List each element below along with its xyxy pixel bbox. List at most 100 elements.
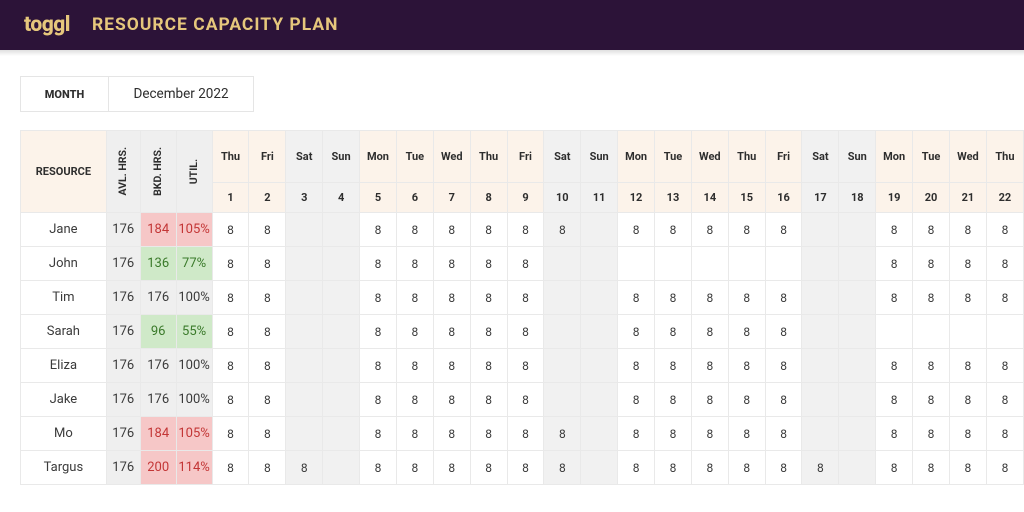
cell-day[interactable]: 8 [728,315,765,349]
cell-day[interactable] [876,315,913,349]
cell-day[interactable]: 8 [360,349,397,383]
cell-day[interactable]: 8 [913,247,950,281]
cell-day[interactable]: 8 [507,383,544,417]
cell-day[interactable]: 8 [249,451,286,485]
cell-resource[interactable]: Eliza [21,349,107,383]
cell-day[interactable] [323,451,360,485]
cell-day[interactable] [581,417,618,451]
cell-day[interactable] [323,383,360,417]
cell-day[interactable] [581,315,618,349]
cell-day[interactable]: 8 [396,349,433,383]
cell-resource[interactable]: Tim [21,281,107,315]
cell-day[interactable]: 8 [360,315,397,349]
cell-day[interactable]: 8 [212,383,249,417]
cell-day[interactable]: 8 [913,281,950,315]
cell-day[interactable]: 8 [913,349,950,383]
cell-day[interactable] [544,247,581,281]
cell-day[interactable]: 8 [765,417,802,451]
cell-day[interactable]: 8 [507,247,544,281]
cell-day[interactable]: 8 [433,213,470,247]
cell-day[interactable]: 8 [876,247,913,281]
cell-day[interactable]: 8 [360,417,397,451]
cell-day[interactable]: 8 [249,315,286,349]
cell-day[interactable]: 8 [949,213,986,247]
cell-day[interactable]: 8 [986,383,1023,417]
cell-day[interactable]: 8 [618,349,655,383]
cell-day[interactable]: 8 [876,349,913,383]
cell-day[interactable] [802,281,839,315]
cell-day[interactable]: 8 [765,349,802,383]
cell-day[interactable]: 8 [618,383,655,417]
cell-day[interactable]: 8 [949,383,986,417]
cell-resource[interactable]: Targus [21,451,107,485]
cell-day[interactable]: 8 [433,281,470,315]
cell-day[interactable]: 8 [691,349,728,383]
cell-day[interactable]: 8 [433,417,470,451]
cell-day[interactable]: 8 [544,213,581,247]
cell-day[interactable]: 8 [913,213,950,247]
cell-day[interactable]: 8 [249,281,286,315]
cell-day[interactable]: 8 [396,417,433,451]
cell-day[interactable]: 8 [212,451,249,485]
cell-day[interactable]: 8 [396,315,433,349]
cell-day[interactable]: 8 [691,281,728,315]
cell-day[interactable] [323,247,360,281]
cell-day[interactable]: 8 [249,383,286,417]
cell-day[interactable]: 8 [212,247,249,281]
cell-day[interactable]: 8 [913,383,950,417]
cell-day[interactable]: 8 [691,383,728,417]
cell-day[interactable] [323,417,360,451]
cell-day[interactable]: 8 [618,451,655,485]
cell-day[interactable]: 8 [396,383,433,417]
cell-day[interactable] [802,383,839,417]
cell-day[interactable]: 8 [249,213,286,247]
cell-day[interactable]: 8 [212,281,249,315]
cell-day[interactable]: 8 [691,451,728,485]
cell-day[interactable]: 8 [655,417,692,451]
cell-day[interactable]: 8 [618,315,655,349]
cell-day[interactable] [544,281,581,315]
cell-day[interactable]: 8 [618,281,655,315]
cell-day[interactable] [802,417,839,451]
cell-day[interactable]: 8 [876,417,913,451]
cell-resource[interactable]: Jane [21,213,107,247]
cell-day[interactable]: 8 [507,349,544,383]
cell-day[interactable]: 8 [433,451,470,485]
cell-day[interactable] [581,451,618,485]
cell-day[interactable]: 8 [986,213,1023,247]
cell-day[interactable]: 8 [212,349,249,383]
cell-day[interactable]: 8 [618,417,655,451]
cell-day[interactable] [286,213,323,247]
cell-day[interactable]: 8 [728,281,765,315]
cell-day[interactable] [986,315,1023,349]
cell-day[interactable] [323,213,360,247]
cell-day[interactable]: 8 [212,417,249,451]
cell-day[interactable]: 8 [396,247,433,281]
cell-day[interactable]: 8 [728,417,765,451]
cell-day[interactable] [544,315,581,349]
cell-day[interactable] [286,383,323,417]
cell-day[interactable]: 8 [728,451,765,485]
cell-day[interactable] [949,315,986,349]
cell-day[interactable]: 8 [765,281,802,315]
cell-day[interactable]: 8 [360,451,397,485]
cell-day[interactable]: 8 [470,349,507,383]
cell-day[interactable]: 8 [433,383,470,417]
cell-day[interactable] [581,349,618,383]
cell-day[interactable]: 8 [655,383,692,417]
cell-day[interactable] [544,383,581,417]
cell-day[interactable]: 8 [986,247,1023,281]
cell-day[interactable]: 8 [212,315,249,349]
cell-day[interactable]: 8 [396,213,433,247]
cell-day[interactable] [839,315,876,349]
cell-day[interactable]: 8 [765,213,802,247]
cell-day[interactable] [323,349,360,383]
cell-day[interactable] [802,315,839,349]
cell-day[interactable]: 8 [396,451,433,485]
cell-day[interactable]: 8 [655,281,692,315]
cell-day[interactable]: 8 [470,417,507,451]
cell-day[interactable]: 8 [728,349,765,383]
cell-day[interactable]: 8 [360,281,397,315]
cell-day[interactable]: 8 [470,451,507,485]
cell-day[interactable] [839,451,876,485]
